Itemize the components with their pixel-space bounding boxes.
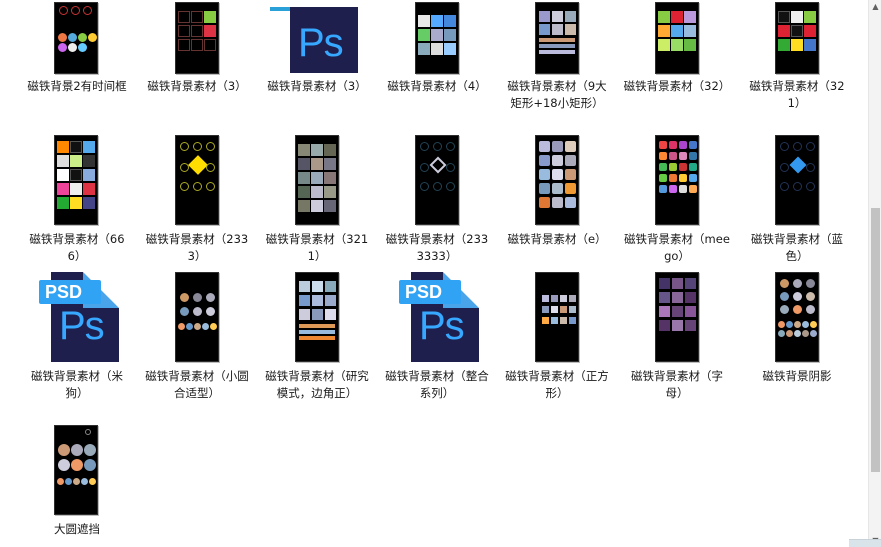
photoshop-file-icon: Ps PSD <box>399 272 479 362</box>
file-thumbnail <box>137 272 257 362</box>
photoshop-file-icon: Ps <box>270 7 358 79</box>
file-thumbnail <box>137 135 257 225</box>
file-name-label: 磁铁背景素材（321） <box>749 79 845 110</box>
file-thumbnail <box>497 135 617 225</box>
phone-preview-image <box>175 135 219 225</box>
file-thumbnail <box>257 272 377 362</box>
file-name-label: 磁铁背景素材（字母） <box>631 369 723 400</box>
file-name-label: 磁铁背景素材（2333333） <box>385 232 489 263</box>
file-thumbnail <box>17 425 137 515</box>
file-thumbnail: Ps PSD <box>377 272 497 362</box>
file-thumbnail <box>257 135 377 225</box>
phone-preview-image <box>54 135 98 225</box>
file-thumbnail <box>617 135 737 225</box>
file-name-label: 磁铁背景素材（2333） <box>145 232 249 263</box>
phone-preview-image <box>415 135 459 225</box>
file-name-label: 磁铁背景素材（研究模式，边角正） <box>265 369 369 400</box>
file-name-label: 磁铁背景素材（4） <box>387 79 487 93</box>
file-name-label: 磁铁背景素材（3） <box>147 79 247 93</box>
file-name-label: 磁铁背景2有时间框 <box>27 79 127 93</box>
phone-preview-image <box>655 135 699 225</box>
photoshop-file-icon: Ps PSD <box>39 272 119 362</box>
status-corner-indicator <box>849 539 881 547</box>
scroll-up-arrow-icon[interactable]: ▲ <box>869 0 881 13</box>
phone-preview-image <box>295 135 339 225</box>
file-name-label: 磁铁背景素材（3） <box>267 79 367 93</box>
phone-preview-image <box>655 272 699 362</box>
phone-preview-image <box>535 272 579 362</box>
file-thumbnail <box>737 272 857 362</box>
file-name-label: 磁铁背景素材（整合系列） <box>385 369 489 400</box>
phone-preview-image <box>655 2 699 74</box>
file-thumbnail <box>737 135 857 225</box>
file-name-label: 磁铁背景素材（9大矩形+18小矩形） <box>507 79 607 110</box>
file-name-label: 磁铁背景素材（meego） <box>624 232 730 263</box>
file-name-label: 磁铁背景素材（蓝色） <box>751 232 843 263</box>
file-name-label: 磁铁背景素材（正方形） <box>505 369 609 400</box>
file-grid-view: 磁铁背景2有时间框 磁铁背景素材（3） Ps 磁铁背景素材（3） 磁铁背景素材（… <box>0 0 868 547</box>
vertical-scrollbar[interactable]: ▲ ▼ <box>868 0 881 547</box>
phone-preview-image <box>775 272 819 362</box>
file-name-label: 磁铁背景素材（32） <box>623 79 731 93</box>
file-name-label: 磁铁背景素材（e） <box>507 232 607 246</box>
file-thumbnail <box>617 272 737 362</box>
phone-preview-image <box>535 2 579 74</box>
phone-preview-image <box>775 2 819 74</box>
file-name-label: 磁铁背景素材（小圆合适型） <box>145 369 249 400</box>
phone-preview-image <box>54 2 98 74</box>
phone-preview-image <box>535 135 579 225</box>
phone-preview-image <box>295 272 339 362</box>
file-name-label: 大圆遮挡 <box>54 522 100 536</box>
file-name-label: 磁铁背景素材（米狗） <box>31 369 123 400</box>
file-thumbnail: Ps PSD <box>17 272 137 362</box>
file-thumbnail <box>497 272 617 362</box>
file-thumbnail <box>17 135 137 225</box>
phone-preview-image <box>175 2 219 74</box>
phone-preview-image <box>54 425 98 515</box>
file-name-label: 磁铁背景阴影 <box>762 369 832 383</box>
file-name-label: 磁铁背景素材（666） <box>29 232 125 263</box>
file-name-label: 磁铁背景素材（3211） <box>265 232 369 263</box>
phone-preview-image <box>175 272 219 362</box>
file-thumbnail <box>377 135 497 225</box>
phone-preview-image <box>775 135 819 225</box>
scrollbar-thumb[interactable] <box>871 208 880 472</box>
phone-preview-image <box>415 2 459 74</box>
